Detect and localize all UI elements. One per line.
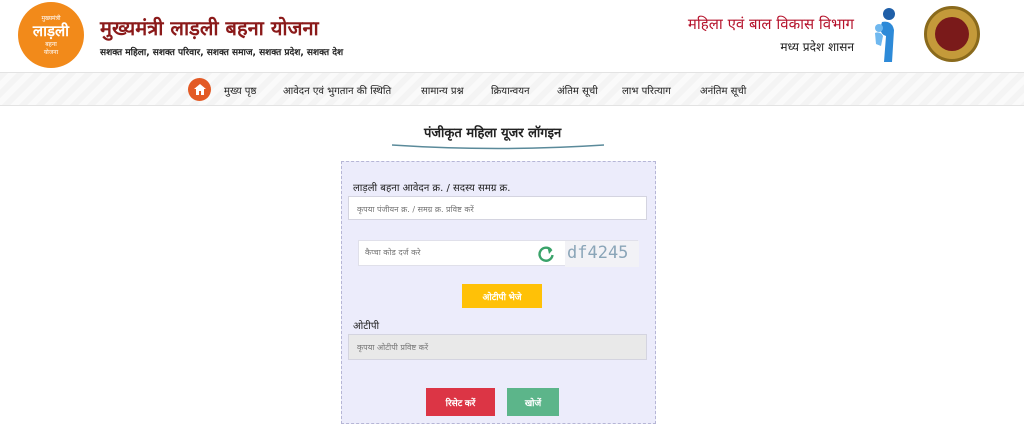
nav-item-application-payment-status[interactable]: आवेदन एवं भुगतान की स्थिति: [283, 83, 391, 97]
application-id-label: लाड़ली बहना आवेदन क्र. / सदस्य समग्र क्र…: [353, 183, 511, 194]
main-navigation: मुख्य पृष्ठ आवेदन एवं भुगतान की स्थिति स…: [0, 72, 1024, 106]
logo-line-4: योजना: [43, 49, 59, 56]
application-id-input[interactable]: कृपया पंजीयन क्र. / समग्र क्र. प्रविष्ट …: [348, 196, 647, 220]
otp-input[interactable]: कृपया ओटीपी प्रविष्ट करें: [348, 334, 647, 360]
nav-item-benefit-relinquish[interactable]: लाभ परित्याग: [622, 83, 671, 97]
login-title: पंजीकृत महिला यूजर लॉगइन: [424, 126, 562, 141]
home-button[interactable]: [188, 78, 211, 101]
captcha-input[interactable]: कैप्चा कोड दर्ज करे: [365, 247, 420, 258]
site-header: मुख्यमंत्री लाड़ली बहना योजना मुख्यमंत्र…: [0, 0, 1024, 70]
send-otp-button[interactable]: ओटीपी भेजे: [462, 284, 542, 308]
department-block: महिला एवं बाल विकास विभाग मध्य प्रदेश शा…: [688, 14, 854, 55]
captcha-code: df4245: [565, 241, 639, 267]
emblem-center: [935, 17, 969, 51]
scheme-logo[interactable]: मुख्यमंत्री लाड़ली बहना योजना: [18, 2, 84, 68]
nav-item-implementation[interactable]: क्रियान्वयन: [491, 83, 530, 97]
nav-item-home[interactable]: मुख्य पृष्ठ: [224, 83, 256, 97]
nav-item-provisional-list[interactable]: अनंतिम सूची: [700, 83, 746, 97]
nav-item-final-list[interactable]: अंतिम सूची: [557, 83, 598, 97]
title-underline: [392, 144, 604, 150]
search-button[interactable]: खोजें: [507, 388, 559, 416]
site-title: मुख्यमंत्री लाड़ली बहना योजना: [100, 16, 319, 40]
otp-label: ओटीपी: [353, 321, 380, 332]
mother-child-icon: [875, 8, 895, 62]
site-tagline: सशक्त महिला, सशक्त परिवार, सशक्त समाज, स…: [100, 48, 344, 58]
home-icon: [193, 84, 206, 95]
logo-line-3: बहना: [45, 41, 57, 48]
logo-line-1: मुख्यमंत्री: [41, 15, 61, 22]
nav-item-faq[interactable]: सामान्य प्रश्न: [421, 83, 464, 97]
reset-button[interactable]: रिसेट करें: [426, 388, 495, 416]
logo-line-2: लाड़ली: [32, 22, 70, 40]
captcha-group: कैप्चा कोड दर्ज करे df4245: [358, 240, 639, 267]
department-name: महिला एवं बाल विकास विभाग: [687, 15, 854, 33]
mp-government-emblem: [924, 6, 980, 62]
refresh-captcha-icon[interactable]: [537, 245, 555, 263]
government-name: मध्य प्रदेश शासन: [780, 40, 854, 54]
